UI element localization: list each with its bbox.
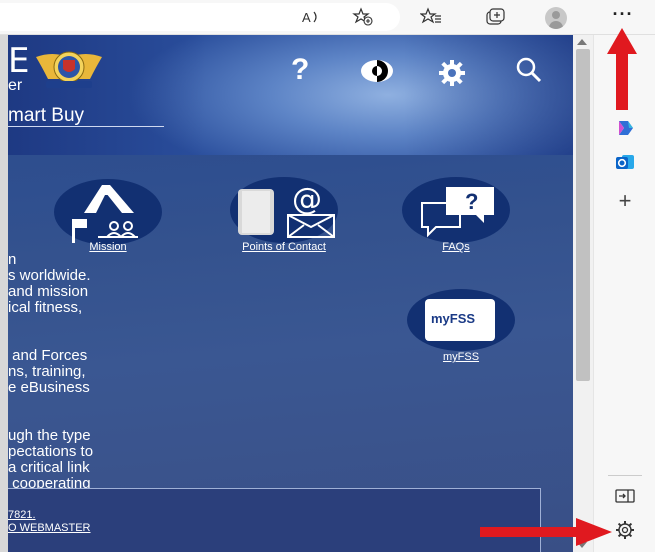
subtitle-underline (8, 126, 164, 127)
outlook-icon[interactable] (614, 151, 636, 173)
faq-icon: ? (421, 187, 494, 238)
myfss-link[interactable]: myFSS (428, 351, 494, 363)
myfss-icon: myFSS (425, 299, 495, 341)
page-scrollbar[interactable] (573, 35, 593, 552)
svg-text:?: ? (465, 189, 478, 214)
brand-letter: E (8, 41, 30, 81)
myfss-badge: myFSS (431, 311, 476, 326)
hide-sidebar-icon[interactable] (614, 485, 636, 507)
gear-icon[interactable] (438, 59, 466, 87)
add-icon[interactable]: + (614, 190, 636, 212)
accessibility-icon[interactable] (360, 59, 394, 83)
svg-text:@: @ (292, 182, 322, 217)
site-subtitle: mart Buy (8, 105, 85, 126)
footer-line-1[interactable]: 7821. (8, 509, 36, 521)
annotation-arrow-right (480, 518, 612, 546)
read-aloud-icon[interactable]: A (300, 6, 322, 28)
search-icon[interactable] (514, 55, 544, 85)
points-of-contact-link[interactable]: Points of Contact (220, 241, 348, 253)
footer-box: 7821. O WEBMASTER (8, 488, 541, 552)
brand-subtext: er (8, 77, 23, 94)
svg-text:A: A (302, 10, 311, 25)
collections-icon[interactable] (484, 6, 506, 28)
faq-tile[interactable]: ? (402, 177, 510, 243)
footer-webmaster-link[interactable]: O WEBMASTER (8, 522, 91, 534)
scroll-thumb[interactable] (576, 49, 590, 381)
browser-sidebar: + (593, 35, 655, 552)
page-header: E er mart Buy ? (8, 35, 573, 155)
faqs-link[interactable]: FAQs (426, 241, 486, 253)
browser-toolbar: A ··· (0, 0, 655, 35)
more-icon[interactable]: ··· (610, 4, 636, 30)
myfss-tile[interactable]: myFSS (407, 289, 515, 351)
settings-icon[interactable] (614, 519, 636, 541)
web-page: E er mart Buy ? Mission @ Points of Cont… (8, 35, 573, 552)
contact-tile[interactable]: @ (230, 177, 338, 243)
profile-avatar[interactable] (545, 7, 567, 29)
footer-phone-link[interactable]: 7821. O WEBMASTER (8, 509, 91, 535)
address-bar[interactable] (0, 3, 400, 31)
annotation-arrow-up (607, 28, 637, 110)
copilot-icon[interactable] (614, 117, 636, 139)
body-text: n s worldwide. and mission ical fitness,… (8, 251, 94, 492)
help-icon[interactable]: ? (291, 53, 309, 87)
sidebar-divider (608, 475, 642, 476)
favorites-icon[interactable] (419, 6, 442, 28)
scroll-up-arrow[interactable] (577, 39, 587, 45)
contact-icon: @ (238, 182, 335, 238)
add-favorite-icon[interactable] (352, 6, 374, 28)
mission-tile[interactable] (54, 179, 162, 245)
mission-icon (72, 185, 138, 243)
seal-logo (36, 51, 102, 88)
left-edge (0, 35, 8, 552)
